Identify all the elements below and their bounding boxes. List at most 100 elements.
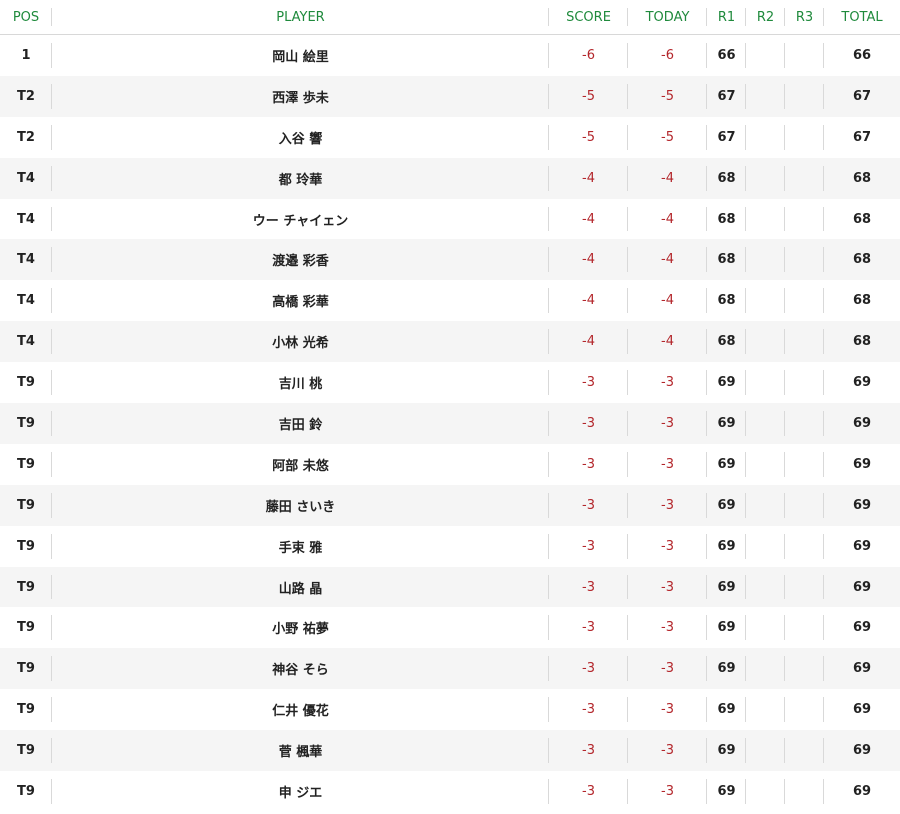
cell-today: -3 bbox=[628, 403, 707, 444]
cell-player[interactable]: 山路 晶 bbox=[52, 566, 549, 608]
cell-score: -3 bbox=[549, 403, 628, 444]
cell-pos: T9 bbox=[0, 689, 52, 730]
cell-today: -6 bbox=[628, 35, 707, 76]
cell-score: -3 bbox=[549, 362, 628, 403]
cell-r3 bbox=[785, 35, 824, 76]
table-row[interactable]: T9 吉川 桃 -3 -3 69 69 bbox=[0, 362, 900, 403]
cell-pos: T4 bbox=[0, 239, 52, 281]
cell-r2 bbox=[746, 35, 785, 76]
header-r3[interactable]: R3 bbox=[785, 0, 824, 35]
cell-today: -3 bbox=[628, 566, 707, 608]
cell-pos: T9 bbox=[0, 648, 52, 690]
cell-r1: 69 bbox=[707, 648, 746, 690]
header-pos[interactable]: POS bbox=[0, 0, 52, 35]
table-row[interactable]: T4 小林 光希 -4 -4 68 68 bbox=[0, 321, 900, 363]
cell-total: 69 bbox=[824, 730, 900, 772]
cell-r2 bbox=[746, 75, 785, 117]
table-row[interactable]: T9 藤田 さいき -3 -3 69 69 bbox=[0, 484, 900, 526]
cell-total: 69 bbox=[824, 566, 900, 608]
cell-total: 66 bbox=[852, 47, 872, 63]
cell-r1: 68 bbox=[707, 157, 746, 199]
cell-score: -3 bbox=[549, 444, 628, 485]
cell-today: -3 bbox=[628, 444, 707, 485]
cell-r2 bbox=[746, 157, 785, 199]
cell-player[interactable]: 小野 祐夢 bbox=[52, 607, 549, 648]
cell-total: 69 bbox=[852, 702, 872, 718]
cell-r3 bbox=[785, 689, 824, 730]
cell-r3 bbox=[785, 771, 824, 812]
cell-today: -3 bbox=[628, 362, 707, 403]
cell-total: 69 bbox=[852, 783, 872, 799]
header-r2[interactable]: R2 bbox=[746, 0, 785, 35]
cell-score: -3 bbox=[549, 566, 628, 608]
cell-pos: T4 bbox=[0, 280, 52, 321]
cell-today: -4 bbox=[628, 239, 707, 281]
cell-player[interactable]: 藤田 さいき bbox=[52, 484, 549, 526]
cell-player[interactable]: 仁井 優花 bbox=[52, 689, 549, 730]
header-today[interactable]: TODAY bbox=[628, 0, 707, 35]
table-row[interactable]: T9 山路 晶 -3 -3 69 69 bbox=[0, 566, 900, 608]
header-player[interactable]: PLAYER bbox=[52, 0, 549, 35]
cell-r1: 68 bbox=[707, 280, 746, 321]
cell-total: 68 bbox=[852, 293, 872, 309]
cell-r1: 69 bbox=[707, 771, 746, 812]
table-row[interactable]: T9 神谷 そら -3 -3 69 69 bbox=[0, 648, 900, 690]
table-row[interactable]: T9 申 ジエ -3 -3 69 69 bbox=[0, 771, 900, 812]
cell-player[interactable]: 阿部 未悠 bbox=[52, 444, 549, 485]
cell-r3 bbox=[785, 444, 824, 485]
cell-player[interactable]: 渡邉 彩香 bbox=[52, 239, 549, 281]
cell-player[interactable]: 菅 楓華 bbox=[52, 730, 549, 772]
table-row[interactable]: T2 西澤 歩未 -5 -5 67 67 bbox=[0, 75, 900, 117]
leaderboard-header: POS PLAYER SCORE TODAY R1 R2 R3 TOTAL bbox=[0, 0, 900, 35]
cell-player[interactable]: 西澤 歩未 bbox=[52, 75, 549, 117]
cell-pos: T4 bbox=[0, 157, 52, 199]
cell-r2 bbox=[746, 607, 785, 648]
cell-player[interactable]: 申 ジエ bbox=[52, 771, 549, 812]
cell-pos: T9 bbox=[0, 362, 52, 403]
cell-score: -3 bbox=[549, 484, 628, 526]
cell-player[interactable]: 高橋 彩華 bbox=[52, 280, 549, 321]
cell-r1: 67 bbox=[707, 117, 746, 158]
header-total[interactable]: TOTAL bbox=[824, 0, 900, 35]
cell-r2 bbox=[746, 484, 785, 526]
table-row[interactable]: T9 小野 祐夢 -3 -3 69 69 bbox=[0, 607, 900, 648]
table-row[interactable]: T4 渡邉 彩香 -4 -4 68 68 bbox=[0, 239, 900, 281]
cell-score: -3 bbox=[549, 689, 628, 730]
table-row[interactable]: T4 高橋 彩華 -4 -4 68 68 bbox=[0, 280, 900, 321]
header-score[interactable]: SCORE bbox=[549, 0, 628, 35]
table-row[interactable]: T9 吉田 鈴 -3 -3 69 69 bbox=[0, 403, 900, 444]
table-row[interactable]: T9 仁井 優花 -3 -3 69 69 bbox=[0, 689, 900, 730]
cell-r1: 69 bbox=[707, 444, 746, 485]
cell-player[interactable]: ウー チャイェン bbox=[52, 199, 549, 240]
cell-r2 bbox=[746, 526, 785, 567]
cell-player[interactable]: 吉川 桃 bbox=[52, 362, 549, 403]
cell-player[interactable]: 手束 雅 bbox=[52, 526, 549, 567]
cell-player[interactable]: 入谷 響 bbox=[52, 117, 549, 158]
cell-score: -4 bbox=[549, 321, 628, 363]
cell-player[interactable]: 神谷 そら bbox=[52, 648, 549, 690]
table-row[interactable]: T9 菅 楓華 -3 -3 69 69 bbox=[0, 730, 900, 772]
cell-pos: 1 bbox=[0, 35, 52, 76]
cell-score: -3 bbox=[549, 607, 628, 648]
table-row[interactable]: T9 手束 雅 -3 -3 69 69 bbox=[0, 526, 900, 567]
cell-score: -5 bbox=[549, 75, 628, 117]
cell-player[interactable]: 吉田 鈴 bbox=[52, 403, 549, 444]
cell-r2 bbox=[746, 566, 785, 608]
cell-pos: T9 bbox=[0, 771, 52, 812]
header-r1[interactable]: R1 bbox=[707, 0, 746, 35]
table-row[interactable]: 1 岡山 絵里 -6 -6 66 66 bbox=[0, 35, 900, 76]
cell-r2 bbox=[746, 117, 785, 158]
cell-r2 bbox=[746, 321, 785, 363]
cell-r1: 69 bbox=[707, 566, 746, 608]
cell-r2 bbox=[746, 648, 785, 690]
cell-player[interactable]: 小林 光希 bbox=[52, 321, 549, 363]
table-row[interactable]: T9 阿部 未悠 -3 -3 69 69 bbox=[0, 444, 900, 485]
cell-player[interactable]: 岡山 絵里 bbox=[52, 35, 549, 76]
cell-r3 bbox=[785, 280, 824, 321]
table-row[interactable]: T2 入谷 響 -5 -5 67 67 bbox=[0, 117, 900, 158]
cell-player[interactable]: 都 玲華 bbox=[52, 157, 549, 199]
table-row[interactable]: T4 ウー チャイェン -4 -4 68 68 bbox=[0, 199, 900, 240]
cell-r2 bbox=[746, 730, 785, 772]
table-row[interactable]: T4 都 玲華 -4 -4 68 68 bbox=[0, 157, 900, 199]
cell-score: -3 bbox=[549, 730, 628, 772]
